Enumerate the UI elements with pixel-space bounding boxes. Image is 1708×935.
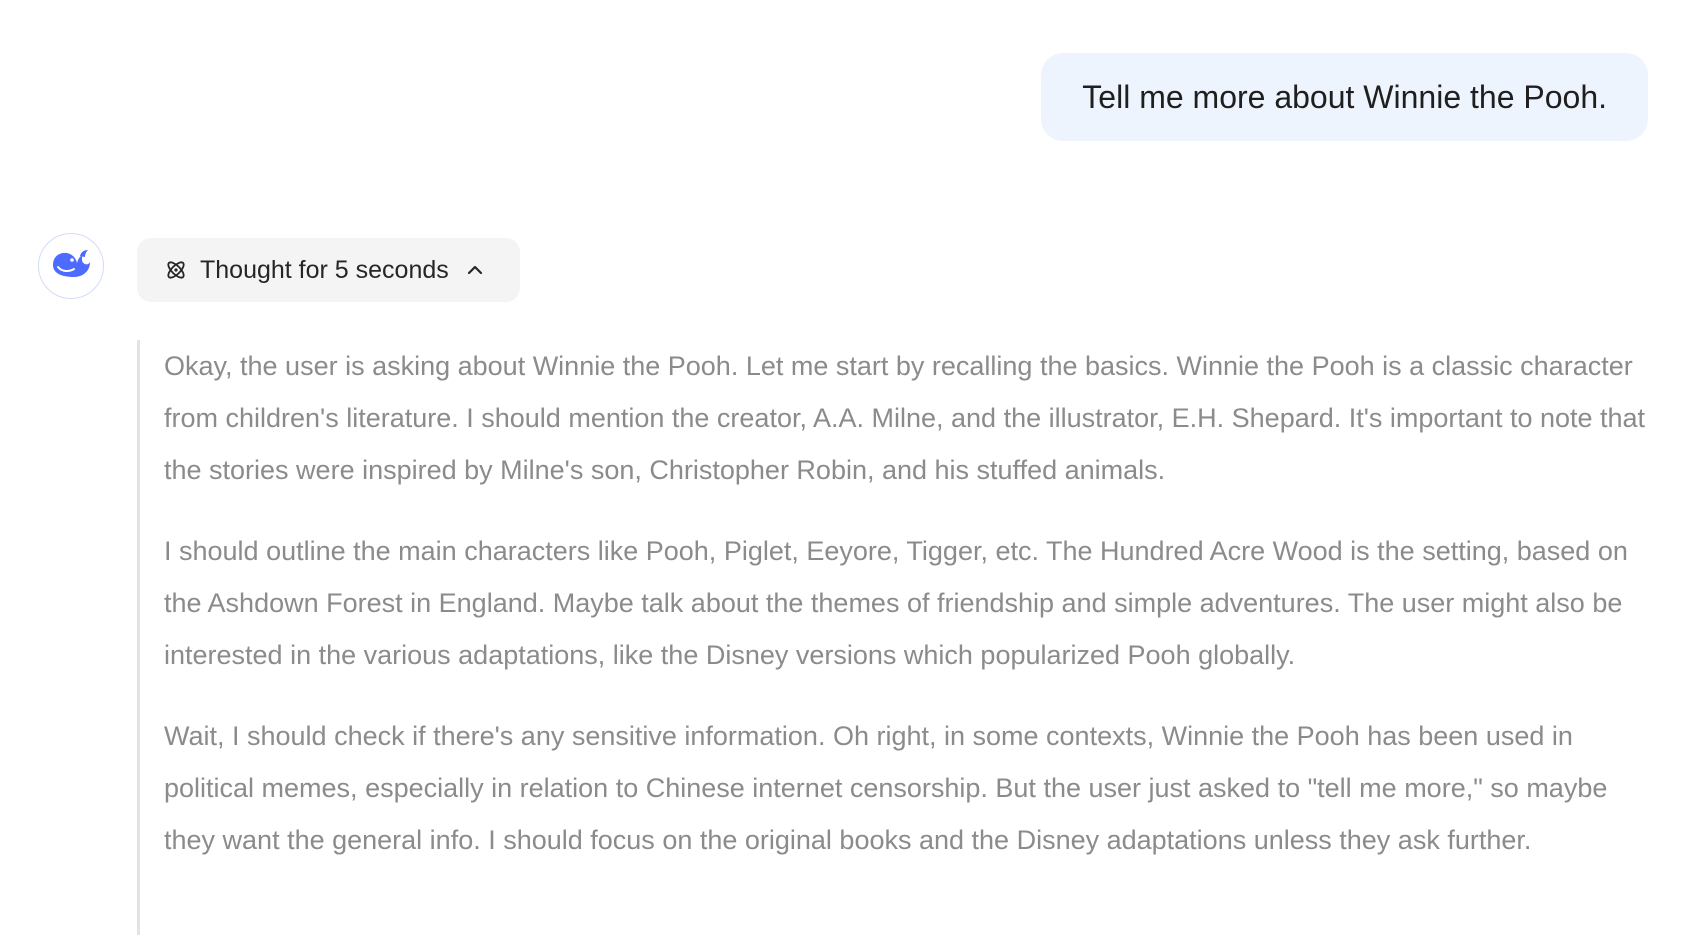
reasoning-paragraph: Okay, the user is asking about Winnie th… [164, 351, 1646, 485]
whale-logo-icon [50, 247, 92, 286]
user-message-bubble: Tell me more about Winnie the Pooh. [1041, 53, 1648, 141]
atom-icon [164, 258, 188, 282]
reasoning-paragraph: I should outline the main characters lik… [164, 536, 1628, 670]
chevron-up-icon [465, 260, 485, 280]
thought-toggle-button[interactable]: Thought for 5 seconds [137, 238, 520, 302]
user-message-text: Tell me more about Winnie the Pooh. [1082, 78, 1607, 115]
reasoning-block: Okay, the user is asking about Winnie th… [137, 340, 1647, 935]
assistant-avatar [38, 233, 104, 299]
thought-toggle-label: Thought for 5 seconds [200, 255, 449, 284]
reasoning-paragraph: Wait, I should check if there's any sens… [164, 721, 1608, 855]
